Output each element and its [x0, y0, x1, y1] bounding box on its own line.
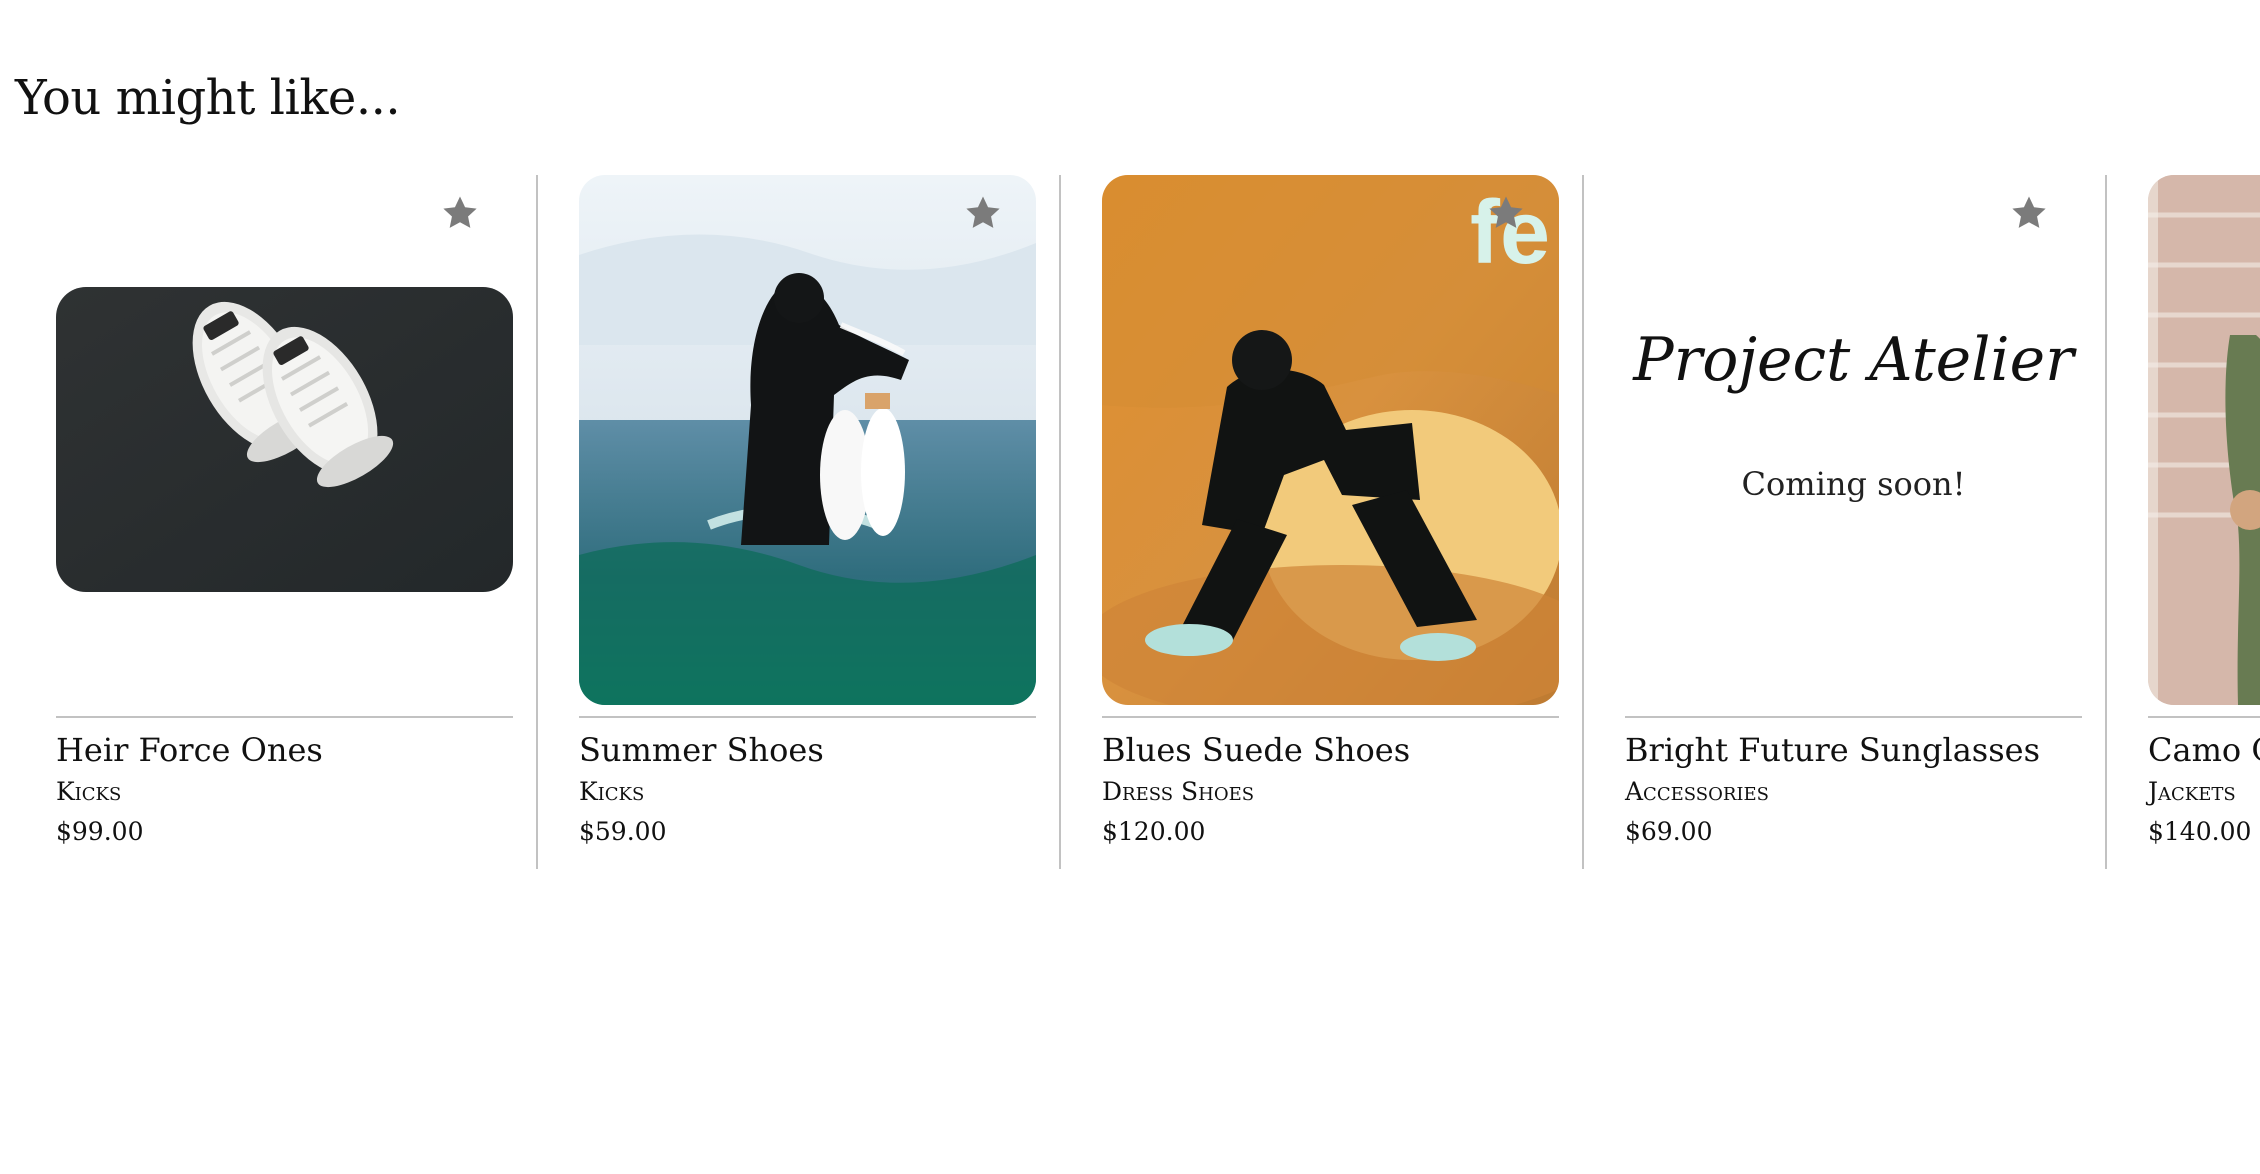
favorite-button[interactable] — [2005, 189, 2053, 237]
product-info: Summer Shoes Kicks $59.00 — [579, 716, 1036, 848]
favorite-button[interactable] — [436, 189, 484, 237]
product-carousel[interactable]: Heir Force Ones Kicks $99.00 Summer Shoe… — [0, 175, 2260, 869]
star-icon — [443, 196, 477, 228]
product-card[interactable]: fe Blues Suede Shoes Dress Shoes $120.00 — [1061, 175, 1584, 869]
product-category: Kicks — [56, 777, 122, 806]
product-price: $140.00 — [2148, 817, 2252, 846]
product-name[interactable]: Blues Suede Shoes — [1102, 730, 1559, 770]
placeholder-brand: Project Atelier — [1633, 325, 2074, 395]
favorite-button[interactable] — [1482, 189, 1530, 237]
product-card[interactable]: Heir Force Ones Kicks $99.00 — [15, 175, 538, 869]
product-card[interactable]: Camo O Jackets $140.00 — [2107, 175, 2260, 869]
placeholder-note: Coming soon! — [1741, 465, 1966, 503]
star-icon — [966, 196, 1000, 228]
product-category: Accessories — [1625, 777, 1769, 806]
person-in-water-holding-shoes-photo[interactable] — [579, 175, 1036, 705]
white-sneakers-photo[interactable] — [56, 287, 513, 592]
product-category: Kicks — [579, 777, 645, 806]
star-icon — [2012, 196, 2046, 228]
favorite-button[interactable] — [959, 189, 1007, 237]
product-name[interactable]: Camo O — [2148, 730, 2260, 770]
camo-jacket-photo[interactable] — [2148, 175, 2260, 705]
star-icon — [1489, 196, 1523, 228]
product-info: Bright Future Sunglasses Accessories $69… — [1625, 716, 2082, 848]
product-image-frame — [56, 175, 513, 705]
product-card[interactable]: Project Atelier Coming soon! Bright Futu… — [1584, 175, 2107, 869]
product-info: Heir Force Ones Kicks $99.00 — [56, 716, 513, 848]
product-category: Dress Shoes — [1102, 777, 1255, 806]
product-name[interactable]: Summer Shoes — [579, 730, 1036, 770]
product-info: Blues Suede Shoes Dress Shoes $120.00 — [1102, 716, 1559, 848]
product-placeholder: Project Atelier Coming soon! — [1625, 175, 2082, 705]
product-category: Jackets — [2148, 777, 2236, 806]
person-sitting-on-fur-chair-photo[interactable]: fe — [1102, 175, 1559, 705]
product-price: $99.00 — [56, 817, 144, 846]
section-title: You might like... — [15, 70, 401, 126]
product-card[interactable]: Summer Shoes Kicks $59.00 — [538, 175, 1061, 869]
product-name[interactable]: Heir Force Ones — [56, 730, 513, 770]
product-price: $120.00 — [1102, 817, 1206, 846]
product-price: $59.00 — [579, 817, 667, 846]
product-price: $69.00 — [1625, 817, 1713, 846]
product-info: Camo O Jackets $140.00 — [2148, 716, 2260, 848]
product-name[interactable]: Bright Future Sunglasses — [1625, 730, 2082, 770]
